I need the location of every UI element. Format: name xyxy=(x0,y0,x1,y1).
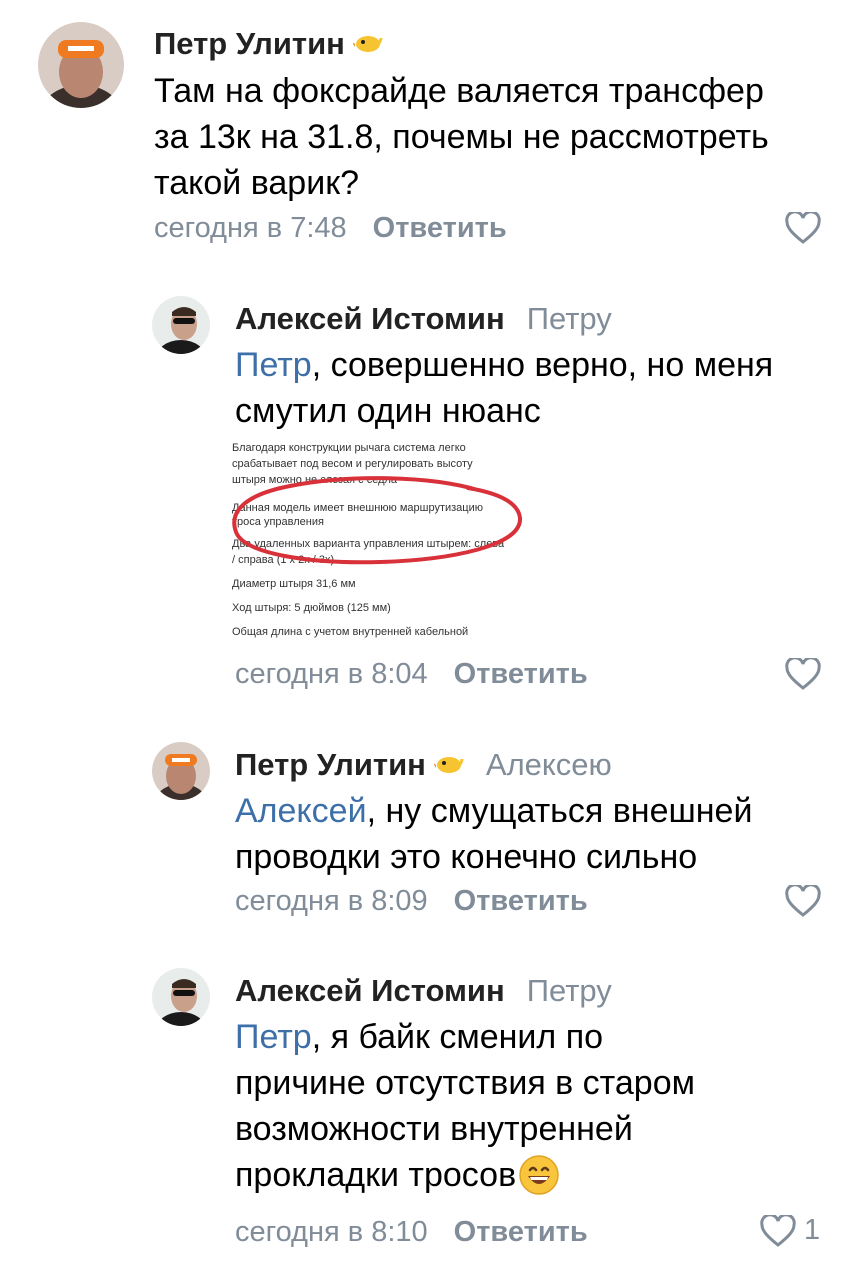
comment-meta: сегодня в 8:10 Ответить xyxy=(235,1216,588,1249)
duck-icon xyxy=(432,747,464,783)
avatar-aleksey-istomin[interactable] xyxy=(152,968,210,1026)
avatar-petr-ulitin[interactable] xyxy=(152,742,210,800)
reply-button[interactable]: Ответить xyxy=(373,212,507,244)
comment-time: сегодня в 8:09 xyxy=(235,885,428,917)
comment-author[interactable]: Алексей Истомин Петру xyxy=(235,301,612,337)
heart-outline-icon xyxy=(785,885,821,917)
like-button[interactable] xyxy=(785,658,821,690)
like-button[interactable]: 1 xyxy=(760,1214,820,1247)
comment-author[interactable]: Петр Улитин Алексею xyxy=(235,747,612,783)
heart-outline-icon xyxy=(760,1214,796,1247)
red-circle-annotation xyxy=(232,476,523,565)
mention-link[interactable]: Петр xyxy=(235,346,312,384)
comment-1: Петр Улитин Там на фоксрайде валяется тр… xyxy=(0,0,860,270)
reply-button[interactable]: Ответить xyxy=(454,658,588,690)
heart-outline-icon xyxy=(785,658,821,690)
comment-text: Петр, совершенно верно, но меня смутил о… xyxy=(235,346,774,430)
heart-outline-icon xyxy=(785,212,821,244)
reply-button[interactable]: Ответить xyxy=(454,1216,588,1248)
like-button[interactable] xyxy=(785,212,821,244)
comment-author[interactable]: Алексей Истомин Петру xyxy=(235,973,612,1009)
grinning-face-icon xyxy=(519,1155,559,1195)
avatar-aleksey-istomin[interactable] xyxy=(152,296,210,354)
reply-to-label[interactable]: Петру xyxy=(527,973,612,1009)
comment-meta: сегодня в 8:04 Ответить xyxy=(235,658,588,691)
duck-icon xyxy=(351,26,383,62)
like-count: 1 xyxy=(804,1214,821,1246)
like-button[interactable] xyxy=(785,885,821,917)
reply-to-label[interactable]: Петру xyxy=(527,301,612,337)
comment-time: сегодня в 7:48 xyxy=(154,212,347,244)
attached-image[interactable]: Благодаря конструкции рычага система лег… xyxy=(230,440,530,638)
comment-author[interactable]: Петр Улитин xyxy=(154,26,383,62)
reply-button[interactable]: Ответить xyxy=(454,885,588,917)
comment-meta: сегодня в 7:48 Ответить xyxy=(154,212,507,245)
mention-link[interactable]: Алексей xyxy=(235,792,367,830)
reply-to-label[interactable]: Алексею xyxy=(486,747,612,783)
comment-time: сегодня в 8:10 xyxy=(235,1216,428,1248)
comment-text: Петр, я байк сменил по причине отсутстви… xyxy=(235,1018,695,1195)
comment-time: сегодня в 8:04 xyxy=(235,658,428,690)
avatar-petr-ulitin[interactable] xyxy=(38,22,124,108)
mention-link[interactable]: Петр xyxy=(235,1018,312,1056)
comment-meta: сегодня в 8:09 Ответить xyxy=(235,885,588,918)
comment-text: Алексей, ну смущаться внешней проводки э… xyxy=(235,792,753,876)
comment-text: Там на фоксрайде валяется трансфер за 13… xyxy=(154,72,769,202)
